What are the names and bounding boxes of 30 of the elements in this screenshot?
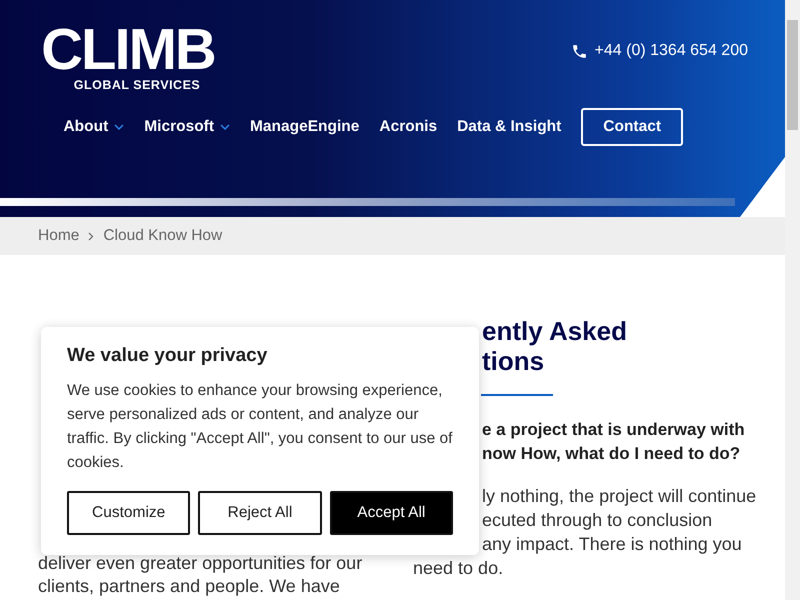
answer-line: ecuted through to conclusion <box>482 509 712 532</box>
breadcrumb-current: Cloud Know How <box>103 227 222 245</box>
phone-icon <box>570 42 588 60</box>
nav-link[interactable]: Acronis <box>379 118 438 136</box>
caret-icon <box>220 124 230 130</box>
question-line: now How, what do I need to do? <box>482 443 740 465</box>
answer-line: any impact. There is nothing you <box>482 533 742 556</box>
contact-button[interactable]: Contact <box>581 108 683 146</box>
nav-link[interactable]: Data & Insight <box>457 118 562 136</box>
banner-text: We use cookies to enhance your browsing experience, serve personalized ads or content, and analyze our traffic. By clicking "Accept All", you consent to our use of cookies. <box>67 381 453 473</box>
chevron-icon <box>88 232 94 240</box>
banner-button[interactable]: Customize <box>67 491 190 535</box>
question-line: e a project that is underway with <box>482 419 745 441</box>
logo-tagline: GLOBAL SERVICES <box>74 78 200 92</box>
answer-line: ly nothing, the project will continue <box>482 485 756 508</box>
caret-icon <box>114 124 124 130</box>
paragraph-line: deliver even greater opportunities for our <box>38 552 364 575</box>
nav-link[interactable]: Microsoft <box>144 118 230 136</box>
paragraph-line: clients, partners and people. We have <box>38 575 341 598</box>
breadcrumb-link[interactable]: Home <box>38 227 80 245</box>
banner-title: We value your privacy <box>67 345 268 367</box>
nav-link[interactable]: ManageEngine <box>250 118 360 136</box>
nav-link[interactable]: About <box>63 118 124 136</box>
accept-button[interactable]: Accept All <box>330 491 453 535</box>
logo-wordmark[interactable]: CLIMB <box>41 22 215 78</box>
phone-number[interactable]: +44 (0) 1364 654 200 <box>594 42 748 60</box>
faq-heading-line: tions <box>482 346 544 376</box>
banner-button[interactable]: Reject All <box>198 491 322 535</box>
faq-heading-line: ently Asked <box>482 316 627 346</box>
answer-line: need to do. <box>413 557 504 580</box>
